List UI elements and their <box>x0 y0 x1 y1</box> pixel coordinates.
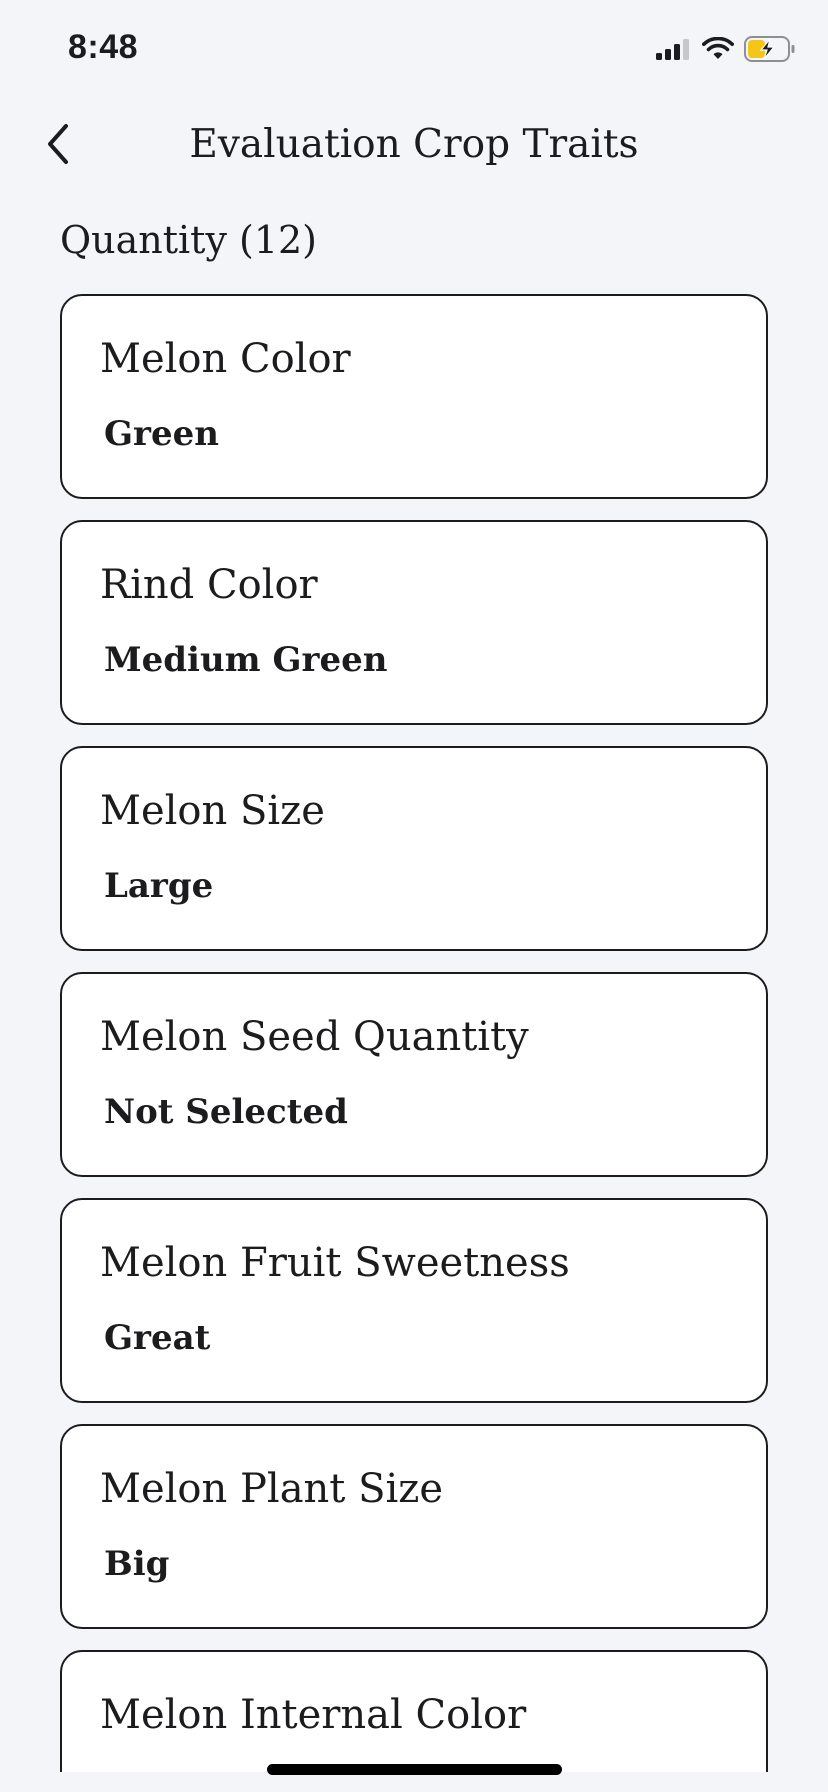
trait-value: Large <box>104 866 214 906</box>
trait-label: Melon Size <box>100 788 325 834</box>
trait-value: Great <box>104 1318 211 1358</box>
trait-label: Rind Color <box>100 562 318 608</box>
trait-card-melon-color[interactable]: Melon Color Green <box>60 294 768 499</box>
trait-card-melon-internal-color[interactable]: Melon Internal Color <box>60 1650 768 1772</box>
trait-label: Melon Fruit Sweetness <box>100 1240 570 1286</box>
trait-card-rind-color[interactable]: Rind Color Medium Green <box>60 520 768 725</box>
trait-value: Not Selected <box>104 1092 348 1132</box>
battery-charging-icon <box>744 36 796 66</box>
section-title: Quantity (12) <box>60 218 318 262</box>
nav-bar: Evaluation Crop Traits <box>0 100 828 192</box>
trait-value: Green <box>104 414 219 454</box>
trait-list: Melon Color Green Rind Color Medium Gree… <box>60 294 768 1772</box>
trait-value: Big <box>104 1544 170 1584</box>
trait-label: Melon Internal Color <box>100 1692 527 1738</box>
trait-label: Melon Seed Quantity <box>100 1014 529 1060</box>
trait-value: Medium Green <box>104 640 388 680</box>
home-indicator[interactable] <box>267 1764 562 1775</box>
wifi-icon <box>702 36 734 65</box>
signal-icon <box>656 38 692 64</box>
page-title: Evaluation Crop Traits <box>189 122 639 167</box>
trait-card-melon-seed-quantity[interactable]: Melon Seed Quantity Not Selected <box>60 972 768 1177</box>
trait-label: Melon Color <box>100 336 351 382</box>
trait-card-melon-plant-size[interactable]: Melon Plant Size Big <box>60 1424 768 1629</box>
status-bar: 8:48 <box>0 0 828 100</box>
trait-label: Melon Plant Size <box>100 1466 444 1512</box>
status-icons <box>656 36 796 66</box>
trait-card-melon-size[interactable]: Melon Size Large <box>60 746 768 951</box>
trait-card-melon-fruit-sweetness[interactable]: Melon Fruit Sweetness Great <box>60 1198 768 1403</box>
status-time: 8:48 <box>68 28 139 66</box>
